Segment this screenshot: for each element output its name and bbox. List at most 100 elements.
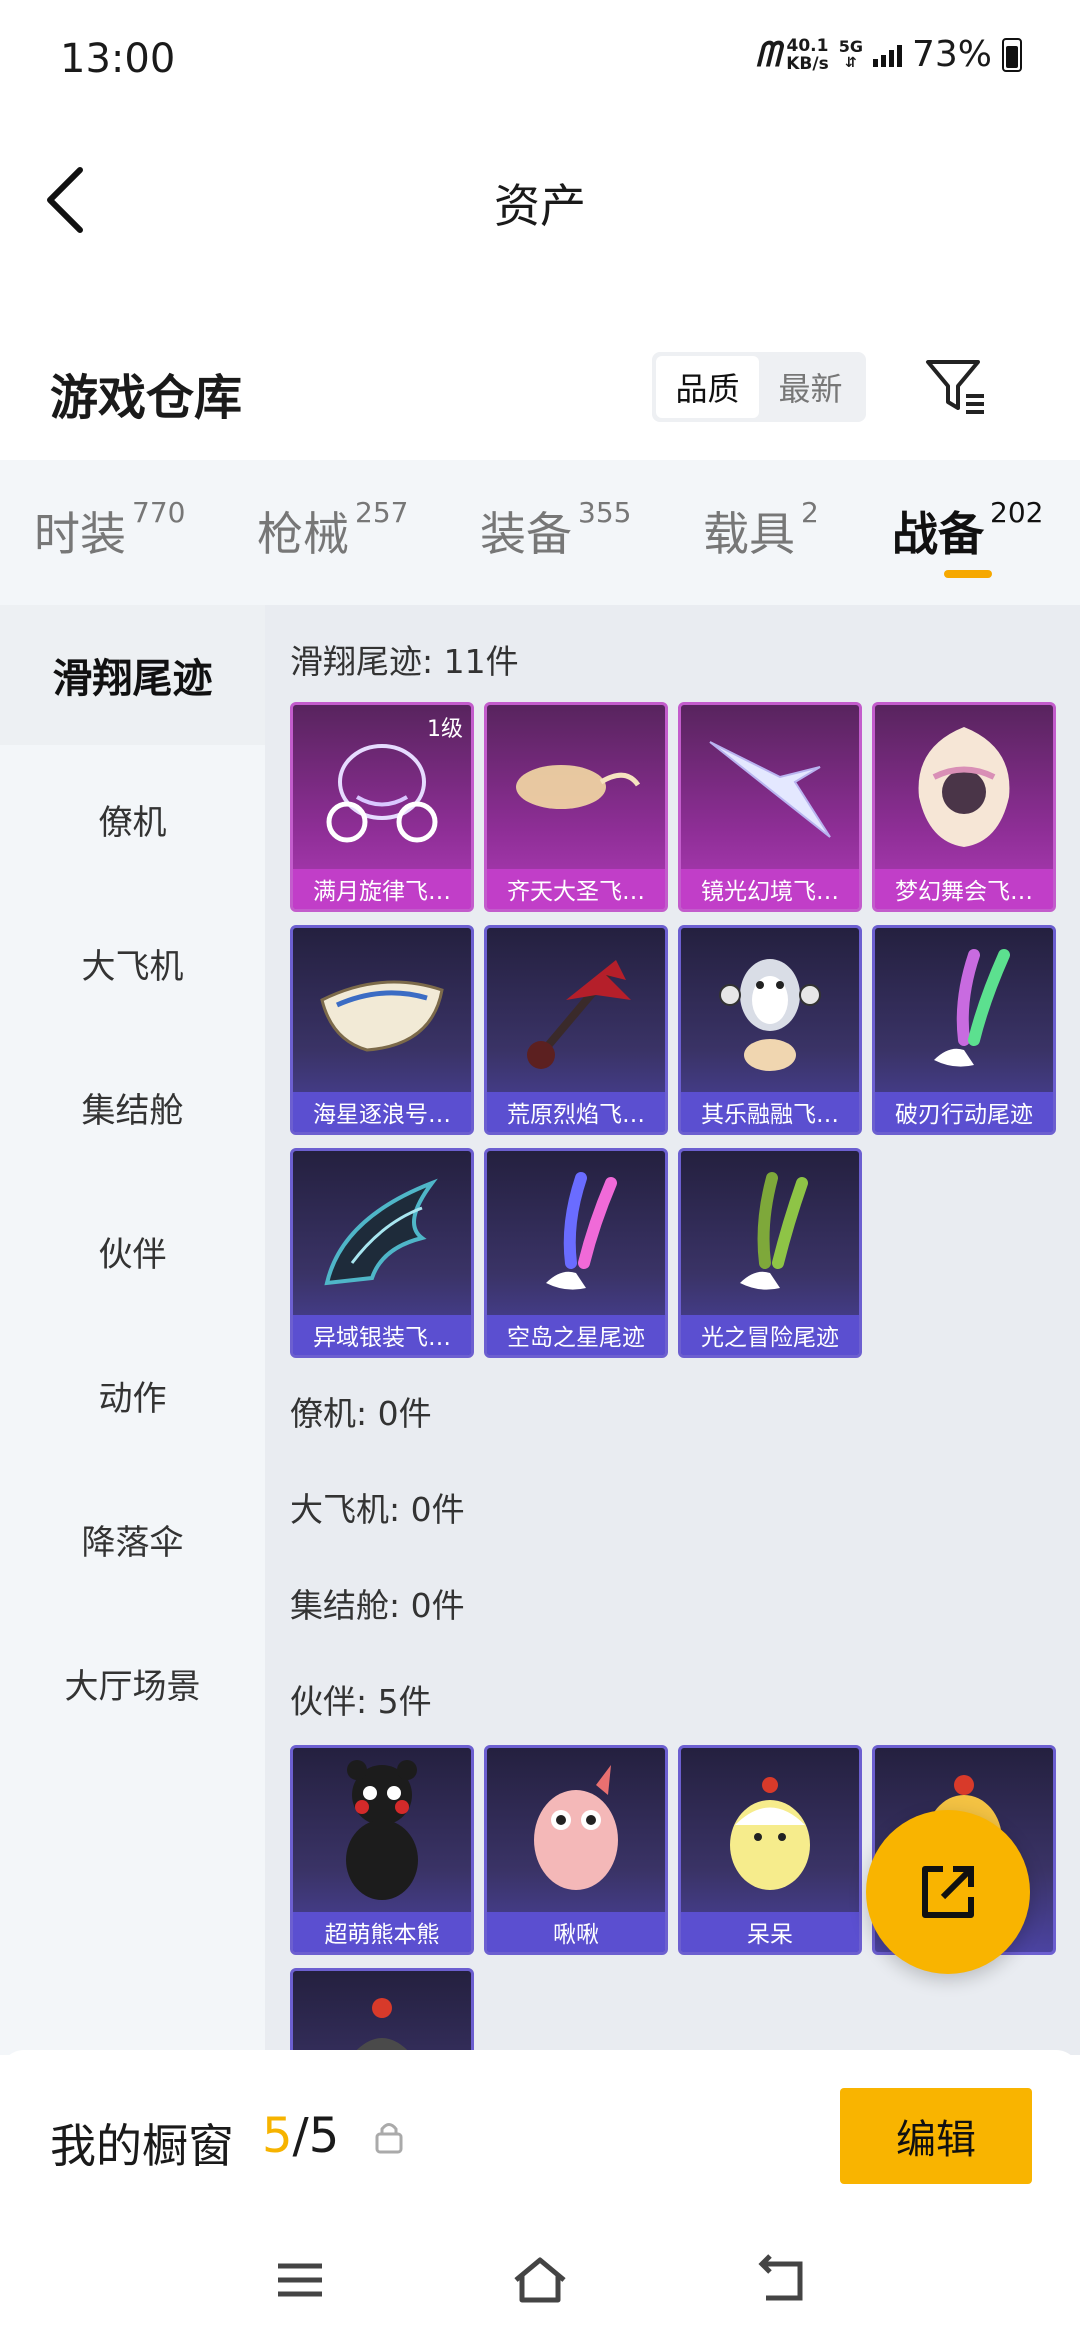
cloud-trail-icon xyxy=(487,705,665,869)
tab-label: 装备 xyxy=(480,507,572,561)
home-icon xyxy=(514,2257,566,2303)
item-label: 异域银装飞… xyxy=(293,1315,471,1355)
lock-icon xyxy=(374,2120,404,2154)
item-label: 空岛之星尾迹 xyxy=(487,1315,665,1355)
item-card[interactable] xyxy=(290,1968,474,2055)
item-label: 呆呆 xyxy=(681,1912,859,1952)
tab-label: 时装 xyxy=(34,507,126,561)
kumamon-icon xyxy=(293,1748,471,1912)
battery-percent: 73% xyxy=(911,34,992,75)
item-label: 破刃行动尾迹 xyxy=(875,1092,1053,1132)
system-nav-bar xyxy=(0,2220,1080,2344)
tab-label: 战备 xyxy=(892,507,984,561)
network-logo-icon: ᗰ xyxy=(755,34,780,75)
item-card[interactable]: 1级 满月旋律飞… xyxy=(290,702,474,912)
section-title-wingman: 僚机: 0件 xyxy=(290,1394,432,1433)
boat-icon xyxy=(293,928,471,1092)
item-card[interactable]: 破刃行动尾迹 xyxy=(872,925,1056,1135)
network-type: 5G xyxy=(838,36,863,56)
signal-5g: 5G ⇵ xyxy=(838,36,863,71)
nav-home-button[interactable] xyxy=(510,2250,570,2310)
tab-count: 770 xyxy=(132,496,186,529)
tab-label: 载具 xyxy=(703,507,795,561)
section-title-partner: 伙伴: 5件 xyxy=(290,1682,432,1721)
item-label: 梦幻舞会飞… xyxy=(875,869,1053,909)
showcase-count-current: 5 xyxy=(262,2108,293,2164)
item-card[interactable]: 镜光幻境飞… xyxy=(678,702,862,912)
nav-back-button[interactable] xyxy=(750,2250,810,2310)
item-label: 超萌熊本熊 xyxy=(293,1912,471,1952)
item-card[interactable]: 啾啾 xyxy=(484,1745,668,1955)
item-label: 其乐融融飞… xyxy=(681,1092,859,1132)
edit-button[interactable]: 编辑 xyxy=(840,2088,1032,2184)
showcase-bar: 我的橱窗 5/5 编辑 xyxy=(0,2050,1080,2220)
item-label: 啾啾 xyxy=(487,1912,665,1952)
tab-label: 枪械 xyxy=(257,507,349,561)
tab-count: 2 xyxy=(801,496,819,529)
crystal-wing-icon xyxy=(681,705,859,869)
item-card[interactable]: 呆呆 xyxy=(678,1745,862,1955)
share-button[interactable] xyxy=(866,1810,1030,1974)
item-card[interactable]: 其乐融融飞… xyxy=(678,925,862,1135)
menu-icon xyxy=(278,2263,322,2297)
item-label: 光之冒险尾迹 xyxy=(681,1315,859,1355)
filter-icon xyxy=(926,360,984,414)
sidebar-item-wingman[interactable]: 僚机 xyxy=(0,749,265,889)
sort-newest-button[interactable]: 最新 xyxy=(759,356,862,418)
flame-guitar-icon xyxy=(487,928,665,1092)
item-label: 齐天大圣飞… xyxy=(487,869,665,909)
dance-mask-icon xyxy=(875,705,1053,869)
showcase-count-total: /5 xyxy=(292,2108,340,2164)
warehouse-header: 游戏仓库 品质 最新 xyxy=(0,330,1080,460)
tab-fashion[interactable]: 时装 770 xyxy=(34,496,186,564)
speed-unit: KB/s xyxy=(786,53,829,74)
item-card[interactable]: 超萌熊本熊 xyxy=(290,1745,474,1955)
item-label: 海星逐浪号… xyxy=(293,1092,471,1132)
sort-quality-button[interactable]: 品质 xyxy=(656,356,759,418)
tab-equipment[interactable]: 装备 355 xyxy=(480,496,632,564)
item-card[interactable]: 齐天大圣飞… xyxy=(484,702,668,912)
sidebar-item-lobby-scene[interactable]: 大厅场景 xyxy=(0,1613,265,1753)
item-card[interactable]: 梦幻舞会飞… xyxy=(872,702,1056,912)
penguin-balloon-icon xyxy=(681,928,859,1092)
chick-icon xyxy=(681,1748,859,1912)
share-external-icon xyxy=(922,1866,974,1918)
speed-value: 40.1 xyxy=(786,35,829,56)
sidebar-item-parachute[interactable]: 降落伞 xyxy=(0,1469,265,1609)
network-speed: 40.1 KB/s xyxy=(786,37,828,73)
item-card[interactable]: 荒原烈焰飞… xyxy=(484,925,668,1135)
category-tabs: 时装 770 枪械 257 装备 355 载具 2 战备 202 xyxy=(0,460,1080,605)
app-header: 资产 xyxy=(0,120,1080,280)
tab-combat-gear[interactable]: 战备 202 xyxy=(892,496,1044,564)
section-title-big-plane: 大飞机: 0件 xyxy=(290,1490,465,1529)
status-bar: 13:00 ᗰ 40.1 KB/s 5G ⇵ 73% xyxy=(0,0,1080,120)
status-icons: ᗰ 40.1 KB/s 5G ⇵ 73% xyxy=(756,34,1022,75)
item-card[interactable]: 光之冒险尾迹 xyxy=(678,1148,862,1358)
section-title-glide-trail: 滑翔尾迹: 11件 xyxy=(290,642,519,681)
nav-menu-button[interactable] xyxy=(270,2250,330,2310)
item-label: 镜光幻境飞… xyxy=(681,869,859,909)
filter-button[interactable] xyxy=(920,352,990,422)
item-card[interactable]: 异域银装飞… xyxy=(290,1148,474,1358)
tab-vehicles[interactable]: 载具 2 xyxy=(703,496,819,564)
signal-bars-icon xyxy=(872,43,902,67)
tab-count: 202 xyxy=(990,496,1044,529)
item-label: 荒原烈焰飞… xyxy=(487,1092,665,1132)
showcase-title: 我的橱窗 xyxy=(50,2119,234,2173)
sidebar-item-glide-trail[interactable]: 滑翔尾迹 xyxy=(0,605,265,745)
section-title-pod: 集结舱: 0件 xyxy=(290,1586,465,1625)
sidebar-item-action[interactable]: 动作 xyxy=(0,1325,265,1465)
tab-count: 257 xyxy=(355,496,409,529)
sidebar-item-big-plane[interactable]: 大飞机 xyxy=(0,893,265,1033)
sidebar-item-pod[interactable]: 集结舱 xyxy=(0,1037,265,1177)
tab-guns[interactable]: 枪械 257 xyxy=(257,496,409,564)
item-card[interactable]: 空岛之星尾迹 xyxy=(484,1148,668,1358)
item-level: 1级 xyxy=(427,717,463,742)
showcase-count: 5/5 xyxy=(262,2108,339,2164)
battery-icon xyxy=(1002,37,1022,72)
sidebar-item-partner[interactable]: 伙伴 xyxy=(0,1181,265,1321)
item-label: 满月旋律飞… xyxy=(293,869,471,909)
warehouse-title: 游戏仓库 xyxy=(50,370,243,426)
tab-count: 355 xyxy=(578,496,632,529)
item-card[interactable]: 海星逐浪号… xyxy=(290,925,474,1135)
